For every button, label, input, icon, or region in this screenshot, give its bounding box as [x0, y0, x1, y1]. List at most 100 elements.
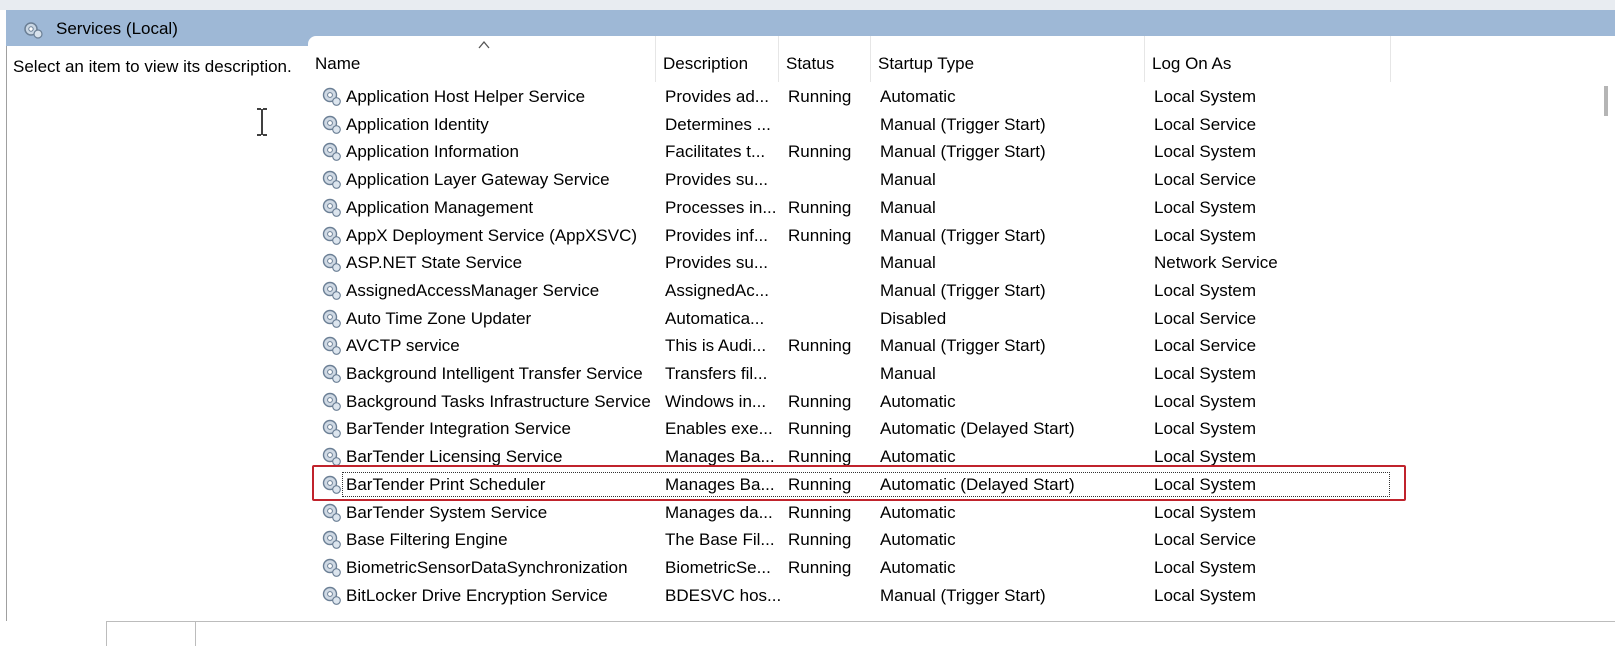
service-status: Running [788, 225, 852, 245]
service-gear-icon [320, 334, 342, 356]
service-status: Running [788, 502, 852, 522]
service-gear-icon [320, 279, 342, 301]
column-header-name[interactable]: Name [308, 36, 656, 82]
service-name: ASP.NET State Service [346, 253, 523, 273]
service-description: Manages da... [665, 502, 773, 522]
service-name: BarTender System Service [346, 502, 548, 522]
service-description: Facilitates t... [665, 142, 766, 162]
service-startup-type: Manual (Trigger Start) [880, 336, 1046, 356]
description-text: Select an item to view its description. [13, 57, 292, 76]
service-row[interactable]: ASP.NET State Service Provides su... Manua… [308, 249, 1408, 277]
service-description: Transfers fil... [665, 364, 768, 383]
window-frame-top [0, 0, 1615, 10]
service-description: Automatica... [665, 308, 765, 328]
service-startup-type: Manual [880, 197, 936, 217]
service-log-on-as: Local Service [1154, 114, 1257, 134]
service-gear-icon [320, 362, 342, 384]
service-row[interactable]: Application Information Facilitates t... R… [308, 138, 1408, 166]
service-description: Provides inf... [665, 225, 768, 245]
service-log-on-as: Network Service [1154, 253, 1278, 273]
service-log-on-as: Local System [1154, 391, 1257, 411]
service-startup-type: Automatic [880, 87, 956, 106]
service-description: Provides su... [665, 253, 768, 273]
service-log-on-as: Local System [1154, 557, 1257, 577]
service-row[interactable]: Application Host Helper Service Provides … [308, 83, 1408, 111]
service-log-on-as: Local Service [1154, 530, 1257, 550]
service-startup-type: Manual (Trigger Start) [880, 114, 1046, 134]
service-log-on-as: Local System [1154, 364, 1257, 383]
service-row[interactable]: BarTender Integration Service Enables exe… [308, 415, 1408, 443]
service-log-on-as: Local Service [1154, 170, 1257, 190]
column-header-log-on-as[interactable]: Log On As [1145, 36, 1391, 82]
service-name: Base Filtering Engine [346, 530, 508, 550]
service-log-on-as: Local System [1154, 280, 1257, 300]
service-log-on-as: Local Service [1154, 308, 1257, 328]
service-name: Application Layer Gateway Service [346, 170, 610, 190]
service-name: Background Intelligent Transfer Service [346, 364, 643, 383]
service-startup-type: Manual (Trigger Start) [880, 225, 1046, 245]
service-gear-icon [320, 196, 342, 218]
service-log-on-as: Local System [1154, 225, 1257, 245]
service-status: Running [788, 87, 852, 106]
service-startup-type: Manual (Trigger Start) [880, 280, 1046, 300]
service-description: BDESVC hos... [665, 585, 782, 605]
service-description: Processes in... [665, 197, 777, 217]
service-row[interactable]: Application Layer Gateway Service Provide… [308, 166, 1408, 194]
tab-extended[interactable] [106, 621, 107, 646]
service-row[interactable]: AssignedAccessManager Service AssignedAc.… [308, 277, 1408, 305]
service-gear-icon [320, 113, 342, 135]
service-description: Determines ... [665, 114, 771, 134]
service-log-on-as: Local System [1154, 197, 1257, 217]
service-gear-icon [320, 501, 342, 523]
scrollbar-thumb[interactable] [1604, 86, 1608, 116]
service-row[interactable]: AVCTP service This is Audi... Running Manua… [308, 332, 1408, 360]
service-row[interactable]: BitLocker Drive Encryption Service BDESVC… [308, 582, 1408, 610]
service-row[interactable]: Application Management Processes in... Run… [308, 194, 1408, 222]
service-startup-type: Automatic [880, 530, 956, 550]
service-name: Auto Time Zone Updater [346, 308, 532, 328]
service-status: Running [788, 419, 852, 439]
services-list-pane: Name Description Status Startup Type Log… [308, 36, 1615, 642]
service-row[interactable]: BiometricSensorDataSynchronization Biomet… [308, 554, 1408, 582]
service-name: Application Host Helper Service [346, 87, 586, 106]
service-log-on-as: Local System [1154, 419, 1257, 439]
service-description: AssignedAc... [665, 280, 769, 300]
service-status: Running [788, 197, 852, 217]
tab-standard[interactable] [195, 621, 196, 646]
service-row[interactable]: Background Intelligent Transfer Service T… [308, 360, 1408, 388]
service-name: BitLocker Drive Encryption Service [346, 585, 608, 605]
service-startup-type: Automatic [880, 502, 956, 522]
service-gear-icon [320, 224, 342, 246]
service-row[interactable]: Background Tasks Infrastructure Service W… [308, 388, 1408, 416]
service-gear-icon [320, 417, 342, 439]
vertical-scrollbar[interactable] [1601, 46, 1615, 642]
service-gear-icon [320, 85, 342, 107]
column-header-startup-type[interactable]: Startup Type [871, 36, 1145, 82]
service-log-on-as: Local System [1154, 585, 1257, 605]
service-status: Running [788, 391, 852, 411]
service-row[interactable]: Auto Time Zone Updater Automatica... Disab… [308, 305, 1408, 333]
service-log-on-as: Local System [1154, 142, 1257, 162]
service-name: Application Information [346, 142, 519, 162]
service-name: AssignedAccessManager Service [346, 280, 600, 300]
service-gear-icon [320, 168, 342, 190]
service-gear-icon [320, 445, 342, 467]
service-status: Running [788, 336, 852, 356]
service-row[interactable]: Base Filtering Engine The Base Fil... Runn… [308, 526, 1408, 554]
service-name: AVCTP service [346, 336, 460, 356]
service-row[interactable]: Application Identity Determines ... Manual… [308, 111, 1408, 139]
service-row[interactable]: BarTender System Service Manages da... Run… [308, 499, 1408, 527]
service-gear-icon [320, 390, 342, 412]
service-description: BiometricSe... [665, 557, 771, 577]
bottom-tabs-strip [0, 621, 1615, 646]
selected-row-highlight [312, 465, 1406, 501]
service-name: AppX Deployment Service (AppXSVC) [346, 225, 638, 245]
divider [106, 621, 1615, 622]
service-row[interactable]: AppX Deployment Service (AppXSVC) Provide… [308, 222, 1408, 250]
service-startup-type: Manual (Trigger Start) [880, 142, 1046, 162]
service-description: The Base Fil... [665, 530, 775, 550]
column-header-description[interactable]: Description [656, 36, 779, 82]
column-header-status[interactable]: Status [779, 36, 871, 82]
service-status: Running [788, 530, 852, 550]
service-gear-icon [320, 584, 342, 606]
